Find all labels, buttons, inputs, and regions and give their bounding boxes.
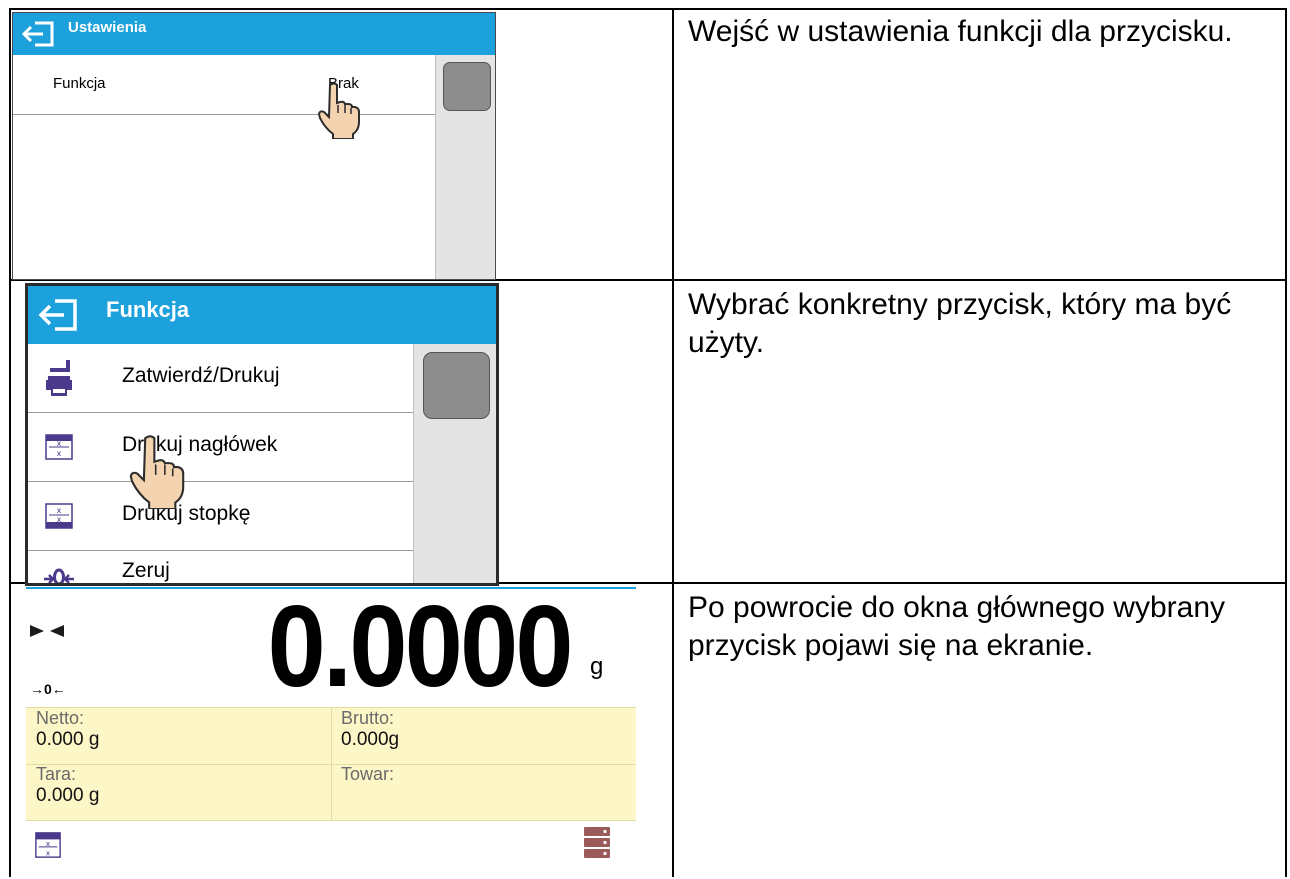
scrollbar-thumb[interactable]	[423, 352, 490, 419]
towar-field: Towar:	[331, 764, 631, 819]
settings-title: Ustawienia	[68, 19, 147, 36]
main-weighing-screen: →0← 0.0000 g Netto: 0.000 g Brutto: 0.00…	[26, 587, 636, 879]
towar-label: Towar:	[341, 764, 395, 784]
settings-header: Ustawienia	[13, 13, 495, 55]
table-divider-vertical	[672, 8, 674, 877]
table-border-right	[1285, 8, 1287, 877]
scrollbar-track[interactable]	[435, 55, 495, 279]
list-item-drukuj-naglowek[interactable]: x x Drukuj nagłówek	[28, 413, 413, 482]
setting-label: Funkcja	[53, 75, 106, 92]
zero-icon	[44, 568, 74, 583]
hand-pointer-icon	[318, 82, 360, 139]
list-item-drukuj-stopke[interactable]: x x Drukuj stopkę	[28, 482, 413, 551]
svg-text:x: x	[57, 449, 62, 458]
tara-label: Tara:	[36, 764, 77, 784]
scrollbar-thumb[interactable]	[443, 62, 491, 111]
weight-value: 0.0000	[267, 587, 574, 711]
svg-text:x: x	[57, 506, 62, 515]
step2-description: Wybrać konkretny przycisk, który ma być …	[688, 288, 1232, 359]
print-footer-icon: x x	[45, 503, 73, 529]
scrollbar-track[interactable]	[413, 344, 496, 583]
netto-field: Netto: 0.000 g	[26, 708, 326, 763]
table-border-top	[9, 8, 1287, 10]
exit-icon[interactable]	[21, 18, 57, 50]
netto-value: 0.000 g	[36, 729, 100, 750]
tara-field: Tara: 0.000 g	[26, 764, 326, 819]
database-icon[interactable]	[582, 825, 612, 859]
weight-unit: g	[590, 653, 604, 680]
brutto-value: 0.000g	[341, 729, 400, 750]
list-item-zeruj[interactable]: Zeruj	[28, 551, 413, 583]
info-panel: Netto: 0.000 g Brutto: 0.000g Tara: 0.00…	[26, 707, 636, 821]
list-item-label: Zatwierdź/Drukuj	[122, 364, 280, 387]
stability-icon	[30, 625, 64, 637]
function-screen: Funkcja Zatwierdź/Drukuj x x Drukuj nagł…	[25, 283, 499, 586]
zero-indicator: →0←	[30, 681, 66, 697]
step1-description: Wejść w ustawienia funkcji dla przycisku…	[688, 15, 1233, 48]
tara-value: 0.000 g	[36, 785, 100, 806]
hand-pointer-icon	[129, 435, 185, 509]
svg-text:x: x	[46, 839, 51, 848]
function-header: Funkcja	[28, 286, 496, 344]
list-item-label: Zeruj	[122, 559, 170, 582]
netto-label: Netto:	[36, 708, 85, 728]
print-header-icon: x x	[45, 434, 73, 460]
brutto-field: Brutto: 0.000g	[331, 708, 631, 763]
table-border-left	[9, 8, 11, 877]
settings-screen: Ustawienia Funkcja Brak	[12, 12, 496, 280]
svg-text:x: x	[46, 848, 51, 857]
print-header-button[interactable]: x x	[34, 829, 62, 861]
setting-row-funkcja[interactable]: Funkcja Brak	[13, 55, 435, 115]
step3-description: Po powrocie do okna głównego wybrany prz…	[688, 591, 1225, 662]
weight-display: →0← 0.0000 g	[26, 589, 636, 711]
svg-text:x: x	[57, 439, 62, 448]
list-item-zatwierdz-drukuj[interactable]: Zatwierdź/Drukuj	[28, 344, 413, 413]
brutto-label: Brutto:	[341, 708, 395, 728]
print-confirm-icon	[46, 360, 72, 396]
function-title: Funkcja	[106, 297, 190, 322]
exit-icon[interactable]	[37, 295, 81, 335]
svg-text:x: x	[57, 515, 62, 524]
